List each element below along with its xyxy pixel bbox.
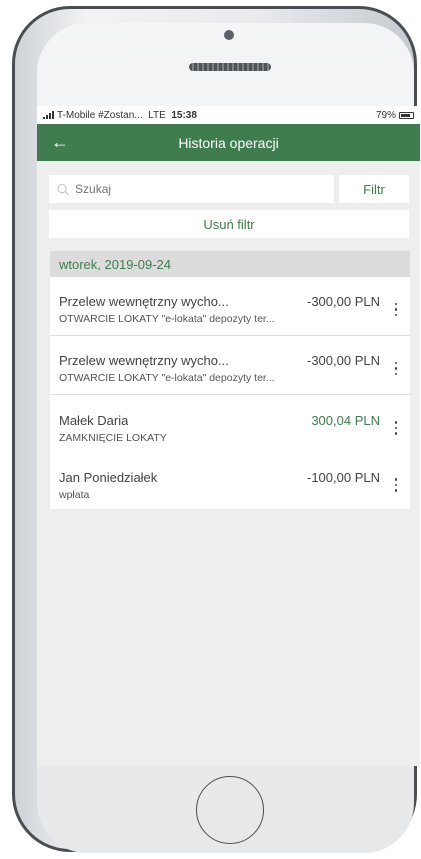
transaction-item[interactable]: Przelew wewnętrzny wycho... -300,00 PLN … (50, 277, 410, 336)
back-arrow-icon[interactable]: ← (37, 132, 83, 153)
status-bar: T-Mobile #Zostan... LTE 15:38 79% (37, 106, 420, 124)
earpiece-speaker (189, 63, 271, 71)
transaction-list: Przelew wewnętrzny wycho... -300,00 PLN … (50, 277, 410, 509)
search-box[interactable] (49, 175, 334, 203)
carrier-name: T-Mobile #Zostan... (57, 109, 143, 121)
search-icon (57, 183, 69, 195)
transaction-item[interactable]: Małek Daria 300,04 PLN ZAMKNIĘCIE LOKATY (50, 395, 410, 454)
search-input[interactable] (73, 181, 326, 197)
transaction-title: Jan Poniedziałek (59, 469, 158, 485)
transaction-amount: -300,00 PLN (307, 353, 380, 368)
filter-button[interactable]: Filtr (339, 175, 409, 203)
transaction-description: wpłata (59, 488, 90, 501)
transaction-description: ZAMKNIĘCIE LOKATY (59, 431, 167, 444)
date-header: wtorek, 2019-09-24 (50, 251, 410, 277)
more-options-icon[interactable] (388, 421, 404, 435)
network-type: LTE (148, 109, 166, 121)
transaction-item[interactable]: Przelew wewnętrzny wycho... -300,00 PLN … (50, 336, 410, 395)
home-button[interactable] (196, 776, 264, 844)
transaction-description: OTWARCIE LOKATY "e-lokata" depozyty ter.… (59, 372, 275, 384)
battery-percent: 79% (375, 109, 396, 121)
transaction-title: Przelew wewnętrzny wycho... (59, 294, 229, 309)
transaction-item[interactable]: Jan Poniedziałek -100,00 PLN wpłata (50, 454, 410, 509)
transaction-amount: -300,00 PLN (307, 294, 380, 309)
transaction-description: OTWARCIE LOKATY "e-lokata" depozyty ter.… (59, 313, 275, 325)
more-options-icon[interactable] (388, 361, 404, 376)
clear-filter-button[interactable]: Usuń filtr (49, 210, 409, 238)
page-title: Historia operacji (178, 134, 279, 151)
app-bar: ← Historia operacji (37, 124, 420, 161)
clock: 15:38 (171, 109, 197, 121)
more-options-icon[interactable] (388, 302, 404, 317)
signal-icon (43, 111, 54, 119)
transaction-title: Małek Daria (59, 412, 129, 428)
more-options-icon[interactable] (388, 478, 404, 492)
app-screen: T-Mobile #Zostan... LTE 15:38 79% ← Hist… (37, 106, 420, 766)
battery-icon (399, 111, 414, 119)
transaction-amount: 300,04 PLN (311, 412, 380, 428)
search-row: Filtr (49, 175, 409, 203)
transaction-title: Przelew wewnętrzny wycho... (59, 353, 229, 368)
transaction-amount: -100,00 PLN (307, 469, 380, 485)
front-camera (224, 30, 234, 40)
